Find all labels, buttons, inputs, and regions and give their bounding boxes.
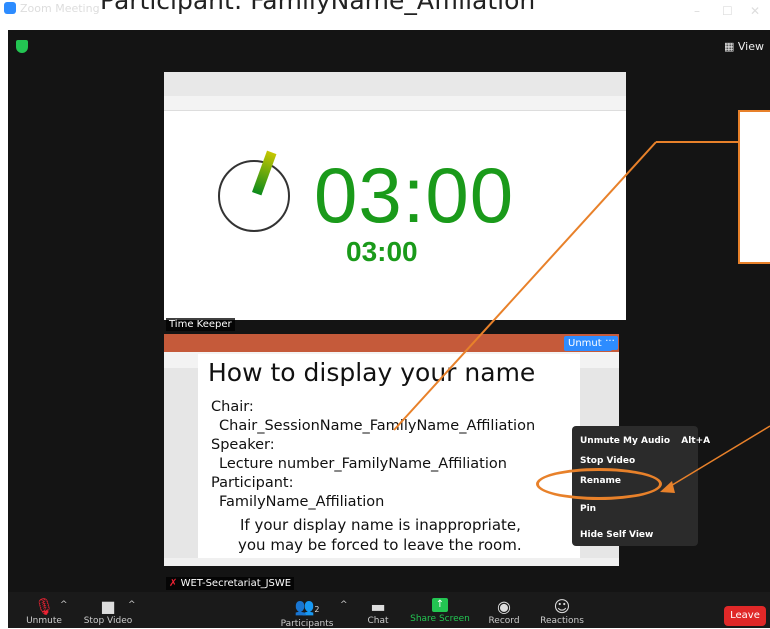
chat-button[interactable]: ▬ Chat <box>360 597 396 627</box>
toolbar-label: Record <box>488 616 520 626</box>
stop-video-button[interactable]: ■ Stop Video <box>82 597 134 627</box>
participants-count: 2 <box>314 605 320 614</box>
arrow-head-icon <box>660 481 675 493</box>
arrow-line <box>663 425 770 491</box>
annotation-arrows <box>393 141 770 493</box>
callout-line <box>393 141 657 431</box>
toolbar-label: Stop Video <box>83 616 133 626</box>
record-button[interactable]: ◉ Record <box>484 597 524 627</box>
participants-button[interactable]: 👥2 Participants <box>278 598 336 629</box>
toolbar-label: Chat <box>367 616 389 626</box>
chat-icon: ▬ <box>370 597 386 616</box>
toolbar-label: Reactions <box>540 616 584 626</box>
share-arrow-icon: ↑ <box>432 598 448 612</box>
smiley-plus-icon: ☺ <box>553 597 571 616</box>
video-options-chevron-icon[interactable]: ^ <box>128 600 136 610</box>
reactions-button[interactable]: ☺ Reactions <box>538 597 586 627</box>
record-icon: ◉ <box>497 597 511 616</box>
participants-chevron-icon[interactable]: ^ <box>340 600 348 610</box>
share-screen-button[interactable]: ↑ Share Screen <box>410 598 470 624</box>
toolbar-label: Share Screen <box>410 614 470 624</box>
camera-icon: ■ <box>100 597 116 616</box>
toolbar-label: Unmute <box>26 616 62 626</box>
leave-button[interactable]: Leave <box>724 606 766 626</box>
participants-icon: 👥2 <box>294 597 320 616</box>
audio-options-chevron-icon[interactable]: ^ <box>60 600 68 610</box>
